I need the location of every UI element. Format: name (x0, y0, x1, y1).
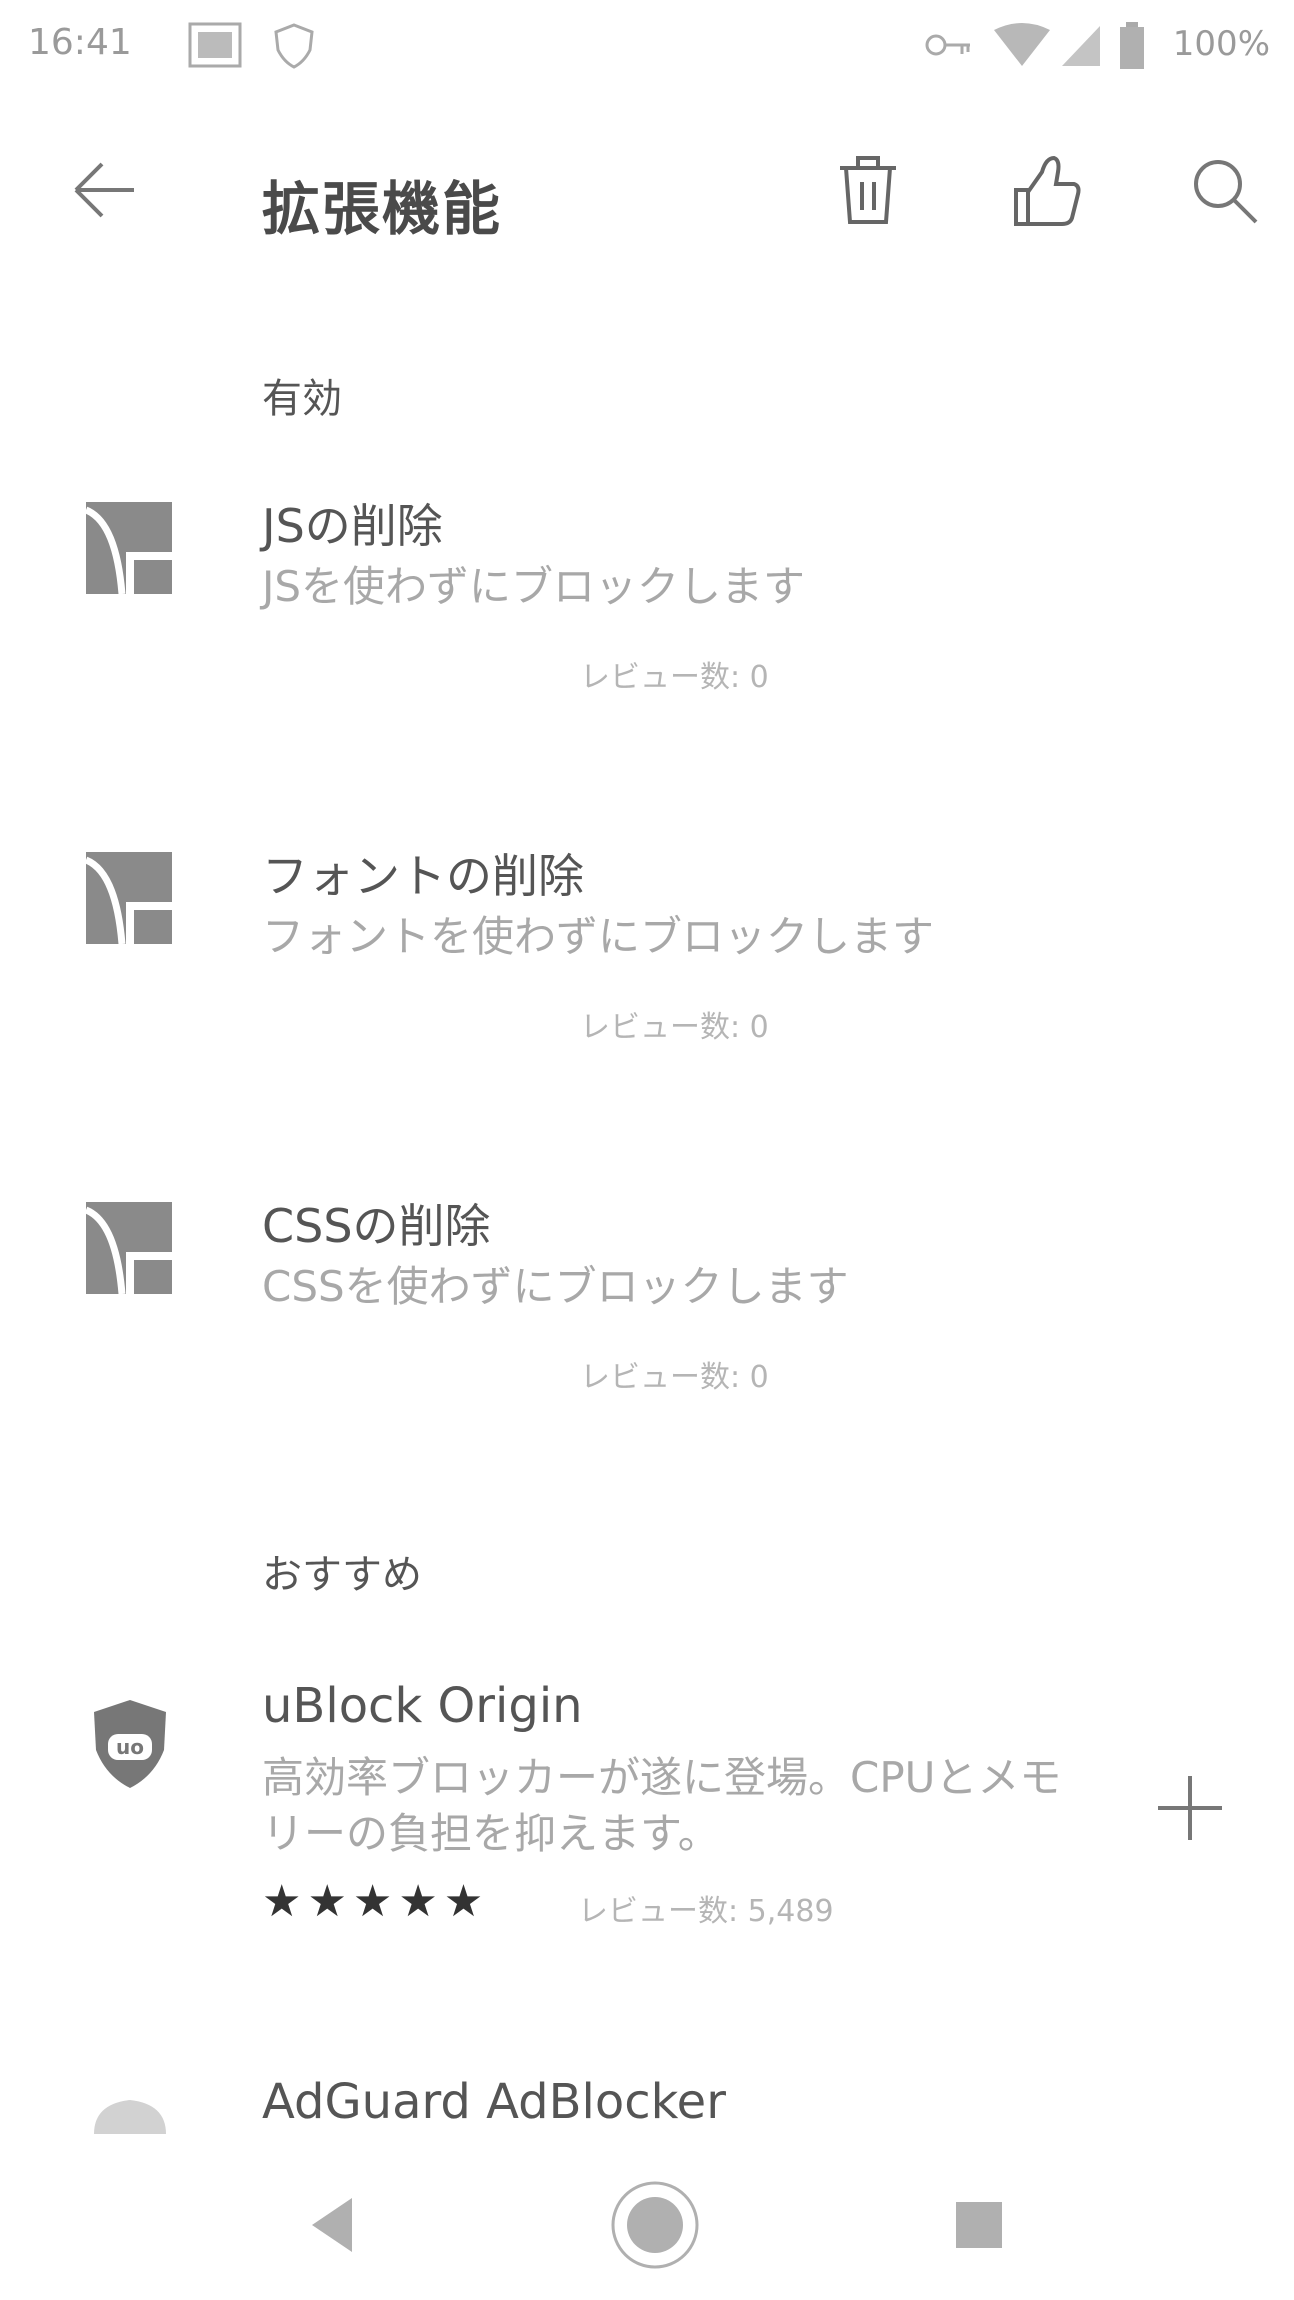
extension-description: CSSを使わずにブロックします (262, 1262, 849, 1311)
extension-title: AdGuard AdBlocker (262, 2074, 726, 2130)
battery-percent: 100% (1172, 24, 1270, 64)
extension-title: CSSの削除 (262, 1199, 491, 1253)
extension-item-font[interactable]: フォントの削除 フォントを使わずにブロックします レビュー数: 0 (0, 840, 1294, 1080)
trash-icon[interactable] (828, 150, 908, 230)
key-icon (925, 34, 970, 56)
page-title: 拡張機能 (262, 175, 503, 243)
shield-notification-icon (274, 23, 314, 69)
extension-item-css[interactable]: CSSの削除 CSSを使わずにブロックします レビュー数: 0 (0, 1190, 1294, 1430)
extension-item-js[interactable]: JSの削除 JSを使わずにブロックします レビュー数: 0 (0, 490, 1294, 730)
section-header-enabled: 有効 (262, 376, 342, 422)
extension-description: JSを使わずにブロックします (262, 562, 806, 611)
review-count: レビュー数: 0 (580, 660, 769, 695)
review-count: レビュー数: 5,489 (578, 1894, 834, 1929)
wifi-icon (994, 23, 1050, 66)
back-arrow-icon[interactable] (64, 150, 144, 230)
thumbs-up-icon[interactable] (1006, 150, 1086, 230)
extension-logo-icon (86, 1202, 172, 1294)
extension-title: JSの削除 (262, 499, 443, 553)
extension-logo-icon (86, 502, 172, 594)
extension-logo-icon (86, 852, 172, 944)
search-icon[interactable] (1184, 150, 1264, 230)
navigation-bar (0, 2150, 1294, 2300)
status-bar: 16:41 100% (0, 0, 1294, 90)
battery-icon (1120, 22, 1144, 69)
extension-title: フォントの削除 (262, 849, 584, 903)
extension-description: フォントを使わずにブロックします (262, 912, 935, 961)
section-header-recommended: おすすめ (262, 1552, 422, 1598)
extension-description: 高効率ブロッカーが遂に登場。CPUとメモリーの負担を抑えます。 (262, 1753, 1062, 1858)
image-notification-icon (188, 22, 242, 68)
ublock-shield-icon: uo (94, 1700, 166, 1788)
review-count: レビュー数: 0 (580, 1360, 769, 1395)
rating-stars: ★★★★★ (262, 1876, 490, 1927)
app-bar: 拡張機能 (0, 120, 1294, 270)
adguard-logo-icon (94, 2100, 166, 2134)
nav-recents-icon[interactable] (924, 2170, 1034, 2280)
extension-item-ublock[interactable]: uo uBlock Origin 高効率ブロッカーが遂に登場。CPUとメモリーの… (0, 1678, 1294, 1968)
add-icon[interactable] (1150, 1768, 1230, 1848)
extension-item-adguard[interactable]: AdGuard AdBlocker (0, 2074, 1294, 2154)
status-time: 16:41 (28, 22, 132, 63)
review-count: レビュー数: 0 (580, 1010, 769, 1045)
svg-text:uo: uo (116, 1735, 144, 1759)
extension-title: uBlock Origin (262, 1678, 583, 1734)
nav-back-icon[interactable] (282, 2170, 392, 2280)
signal-icon (1062, 26, 1100, 66)
nav-home-icon[interactable] (600, 2170, 710, 2280)
